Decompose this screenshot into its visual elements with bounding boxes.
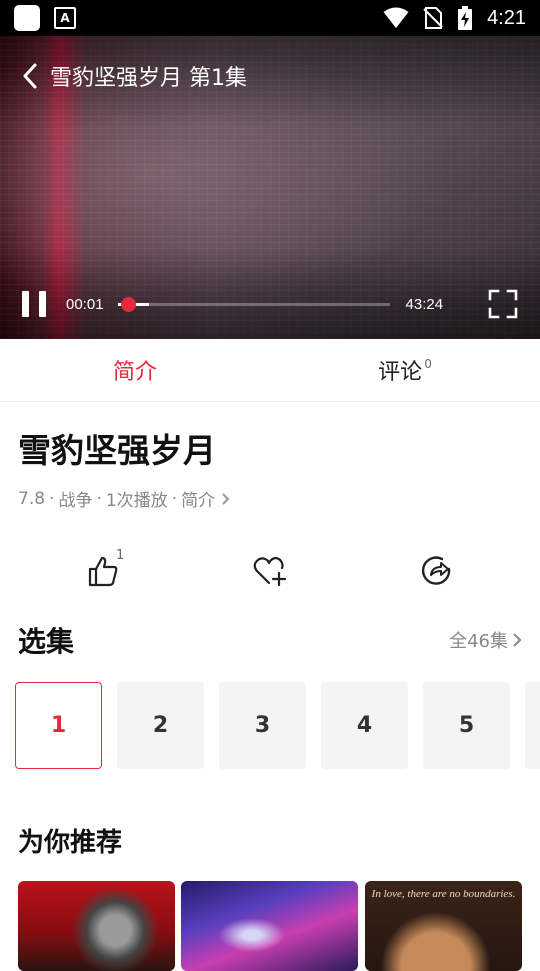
thumbs-up-icon	[88, 556, 118, 587]
detail-tabs: 简介 评论 0	[0, 339, 540, 402]
fullscreen-icon[interactable]	[488, 289, 518, 319]
current-time: 00:01	[66, 295, 104, 313]
episode-2[interactable]: 2	[117, 682, 204, 769]
all-episodes-link[interactable]: 全46集	[449, 627, 522, 653]
episode-next-partial[interactable]	[525, 682, 540, 769]
player-header: 雪豹坚强岁月 第1集	[22, 60, 247, 92]
notification-app-icon	[14, 5, 40, 31]
episodes-header: 选集 全46集	[18, 620, 522, 660]
chevron-right-icon	[222, 492, 230, 505]
recommend-list: In love, there are no boundaries.	[0, 881, 540, 971]
episode-5[interactable]: 5	[423, 682, 510, 769]
player-title: 雪豹坚强岁月 第1集	[50, 66, 247, 91]
poster-tagline: In love, there are no boundaries.	[371, 888, 516, 900]
play-count: 1次播放	[105, 491, 168, 511]
comment-count: 0	[424, 357, 432, 371]
back-arrow-icon[interactable]	[22, 63, 38, 89]
seek-bar[interactable]	[117, 296, 390, 312]
total-time: 43:24	[405, 295, 444, 313]
action-row: 1	[0, 548, 540, 594]
player-controls: 00:01 43:24	[0, 287, 540, 321]
recommend-title: 为你推荐	[18, 828, 123, 858]
share-icon	[421, 556, 451, 585]
pause-icon	[22, 291, 29, 317]
show-title: 雪豹坚强岁月	[18, 431, 216, 470]
recommend-poster[interactable]: In love, there are no boundaries.	[365, 881, 522, 971]
no-sim-icon	[423, 7, 443, 29]
status-bar: A 4:21	[0, 0, 540, 36]
share-button[interactable]	[414, 548, 460, 594]
rating: 7.8	[18, 488, 46, 509]
recommend-poster[interactable]	[18, 881, 175, 971]
wifi-icon	[383, 7, 409, 28]
like-count: 1	[116, 548, 125, 563]
show-meta[interactable]: 7.8 · 战争 · 1次播放 · 简介	[18, 486, 230, 511]
favorite-button[interactable]	[247, 548, 293, 594]
tab-intro[interactable]: 简介	[0, 339, 270, 401]
genre: 战争	[58, 491, 93, 511]
battery-charging-icon	[458, 6, 473, 30]
episodes-title: 选集	[18, 625, 75, 658]
episode-1[interactable]: 1	[15, 682, 102, 769]
pause-button[interactable]	[22, 291, 46, 317]
seek-bar-handle[interactable]	[120, 296, 136, 312]
video-player[interactable]: 雪豹坚强岁月 第1集 00:01 43:24	[0, 36, 540, 339]
accessibility-app-icon: A	[54, 7, 76, 29]
clock: 4:21	[487, 6, 526, 29]
tab-comments[interactable]: 评论 0	[270, 339, 540, 401]
like-button[interactable]: 1	[80, 548, 126, 594]
episode-list: 12345	[15, 682, 540, 770]
recommend-poster[interactable]	[181, 881, 358, 971]
episode-3[interactable]: 3	[219, 682, 306, 769]
heart-add-icon	[253, 556, 287, 587]
intro-link[interactable]: 简介	[181, 486, 215, 511]
episode-4[interactable]: 4	[321, 682, 408, 769]
chevron-right-icon	[513, 633, 522, 647]
